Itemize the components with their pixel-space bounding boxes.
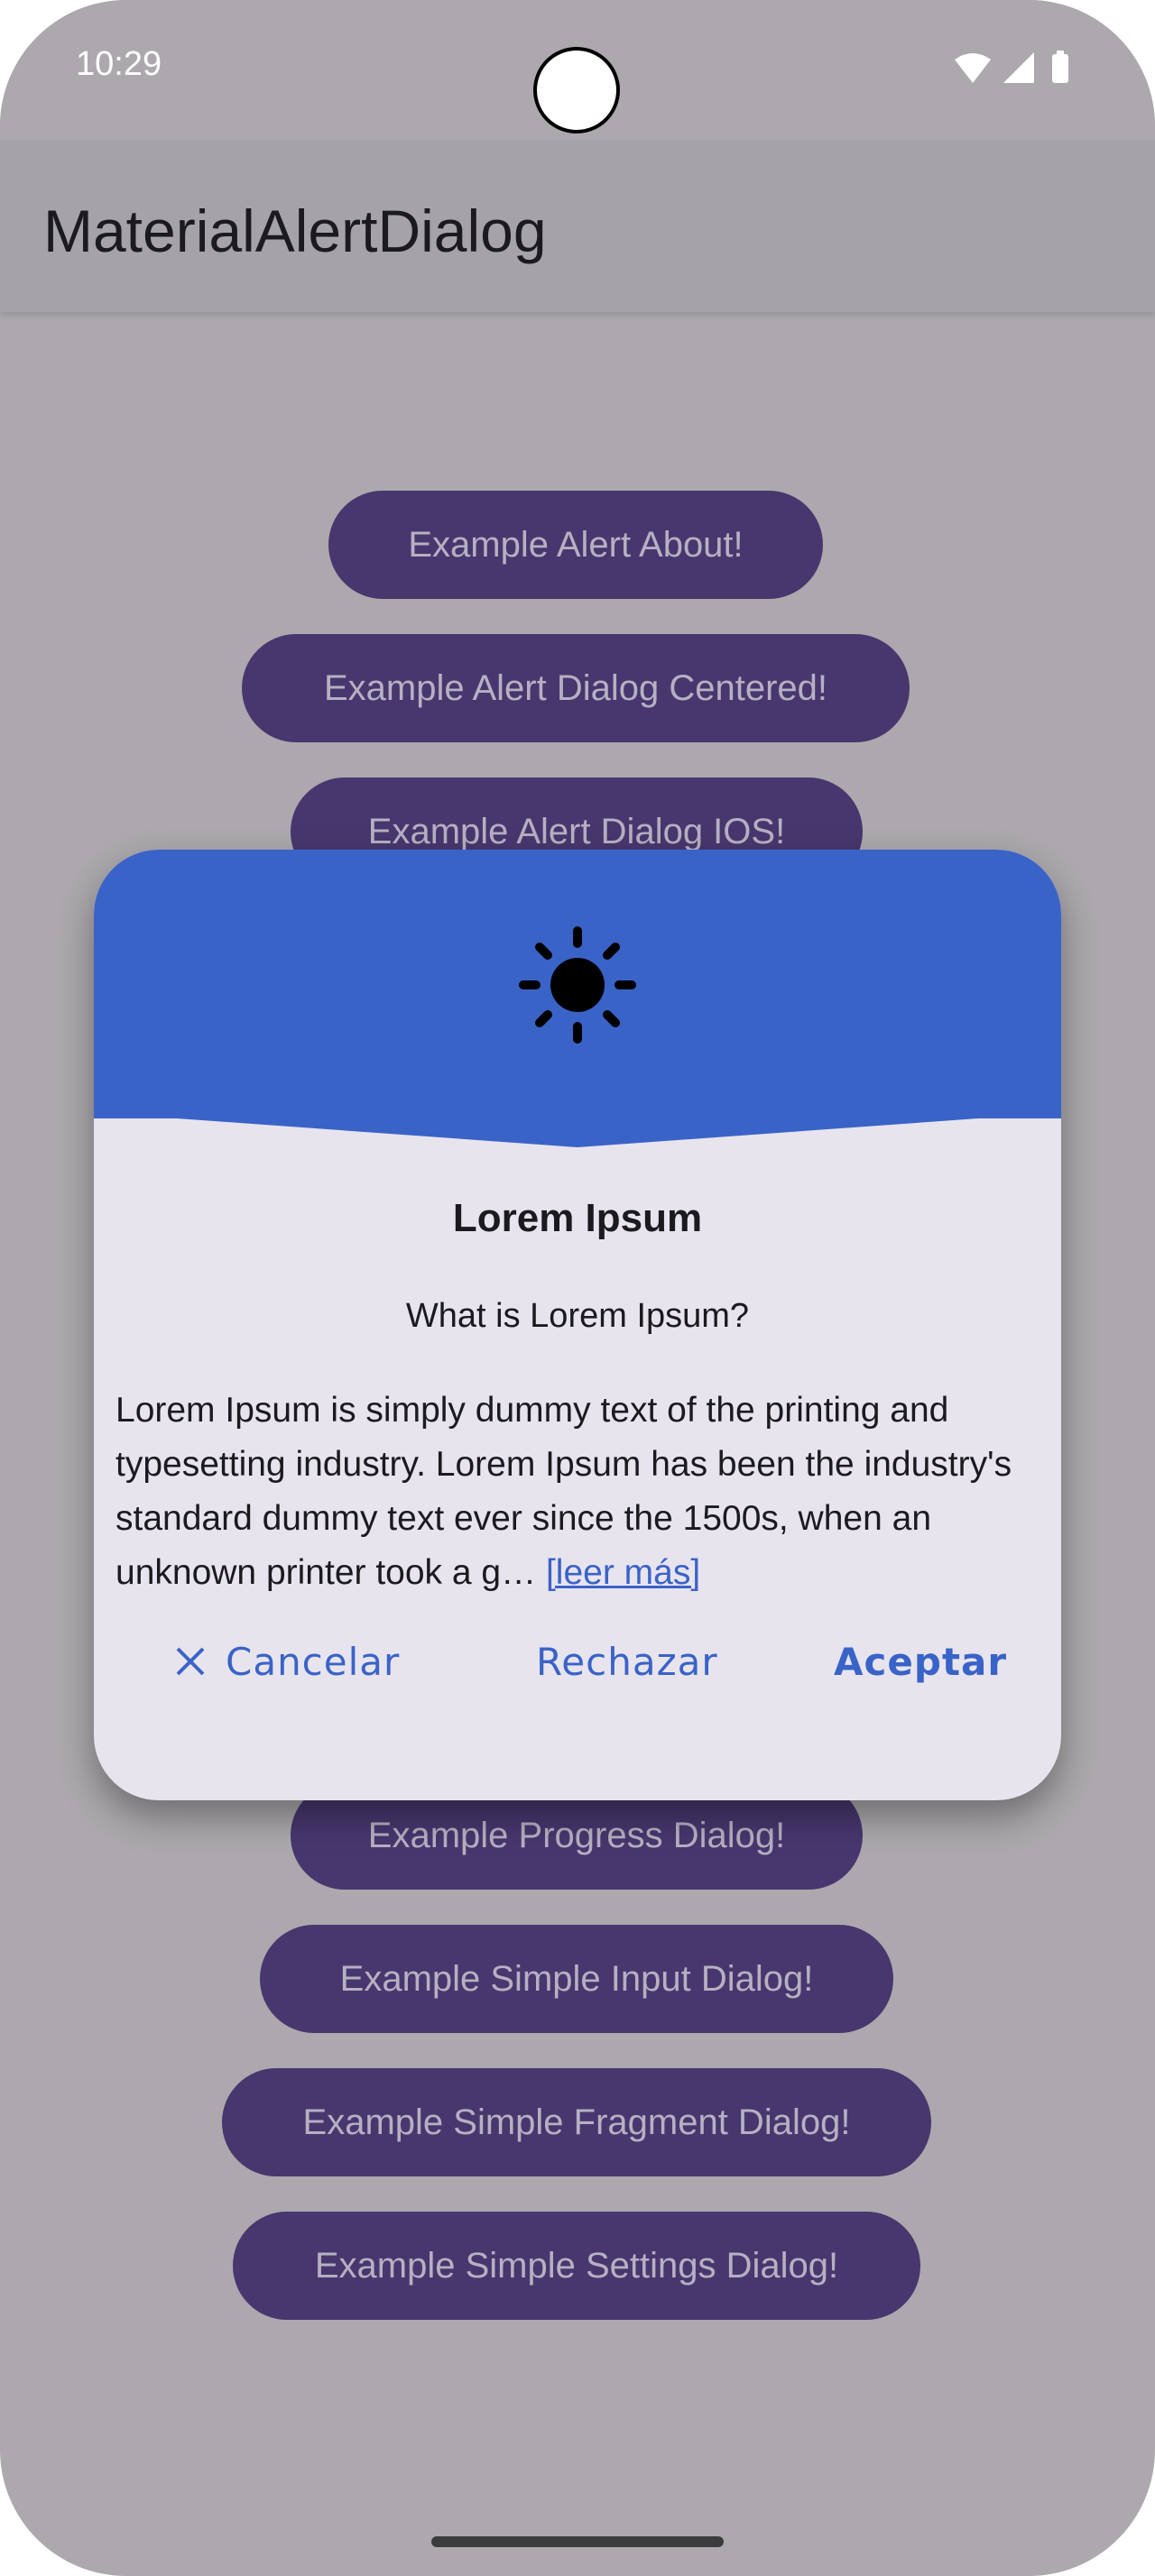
status-time: 10:29 [76,45,162,83]
sun-icon [519,926,636,1044]
battery-icon [1052,54,1068,83]
reject-label: Rechazar [536,1639,718,1684]
accept-label: Aceptar [834,1639,1008,1684]
accept-button[interactable]: Aceptar [834,1625,1007,1697]
read-more-link[interactable]: [leer más] [546,1553,700,1592]
dialog-header [94,850,1061,1147]
status-bar: 10:29 [0,0,1155,141]
example-alert-dialog-centered-button[interactable]: Example Alert Dialog Centered! [242,634,910,742]
example-simple-fragment-dialog-button[interactable]: Example Simple Fragment Dialog! [222,2068,931,2176]
dialog-subtitle: What is Lorem Ipsum? [405,1297,750,1335]
dialog-actions: Cancelar Rechazar Aceptar [94,1625,1061,1697]
phone-screen: 10:29 MaterialAlertDialog Example Alert … [0,0,1155,2576]
home-indicator[interactable] [431,2536,724,2547]
reject-button[interactable]: Rechazar [536,1625,718,1697]
camera-cutout [533,47,620,133]
example-simple-settings-dialog-button[interactable]: Example Simple Settings Dialog! [233,2212,920,2320]
dialog-title: Lorem Ipsum [452,1196,703,1240]
example-simple-input-dialog-button[interactable]: Example Simple Input Dialog! [260,1925,893,2033]
wifi-icon [955,53,991,83]
alert-dialog: Lorem Ipsum What is Lorem Ipsum? Lorem I… [94,850,1061,1800]
example-alert-about-button[interactable]: Example Alert About! [328,491,823,599]
app-bar: MaterialAlertDialog [0,141,1155,312]
cancel-label: Cancelar [226,1639,401,1684]
dialog-body: Lorem Ipsum is simply dummy text of the … [116,1384,1045,1600]
status-icons [955,51,1068,83]
cancel-button[interactable]: Cancelar [175,1625,400,1697]
close-icon [176,1647,205,1676]
signal-icon [1003,52,1034,83]
app-title: MaterialAlertDialog [43,198,547,264]
